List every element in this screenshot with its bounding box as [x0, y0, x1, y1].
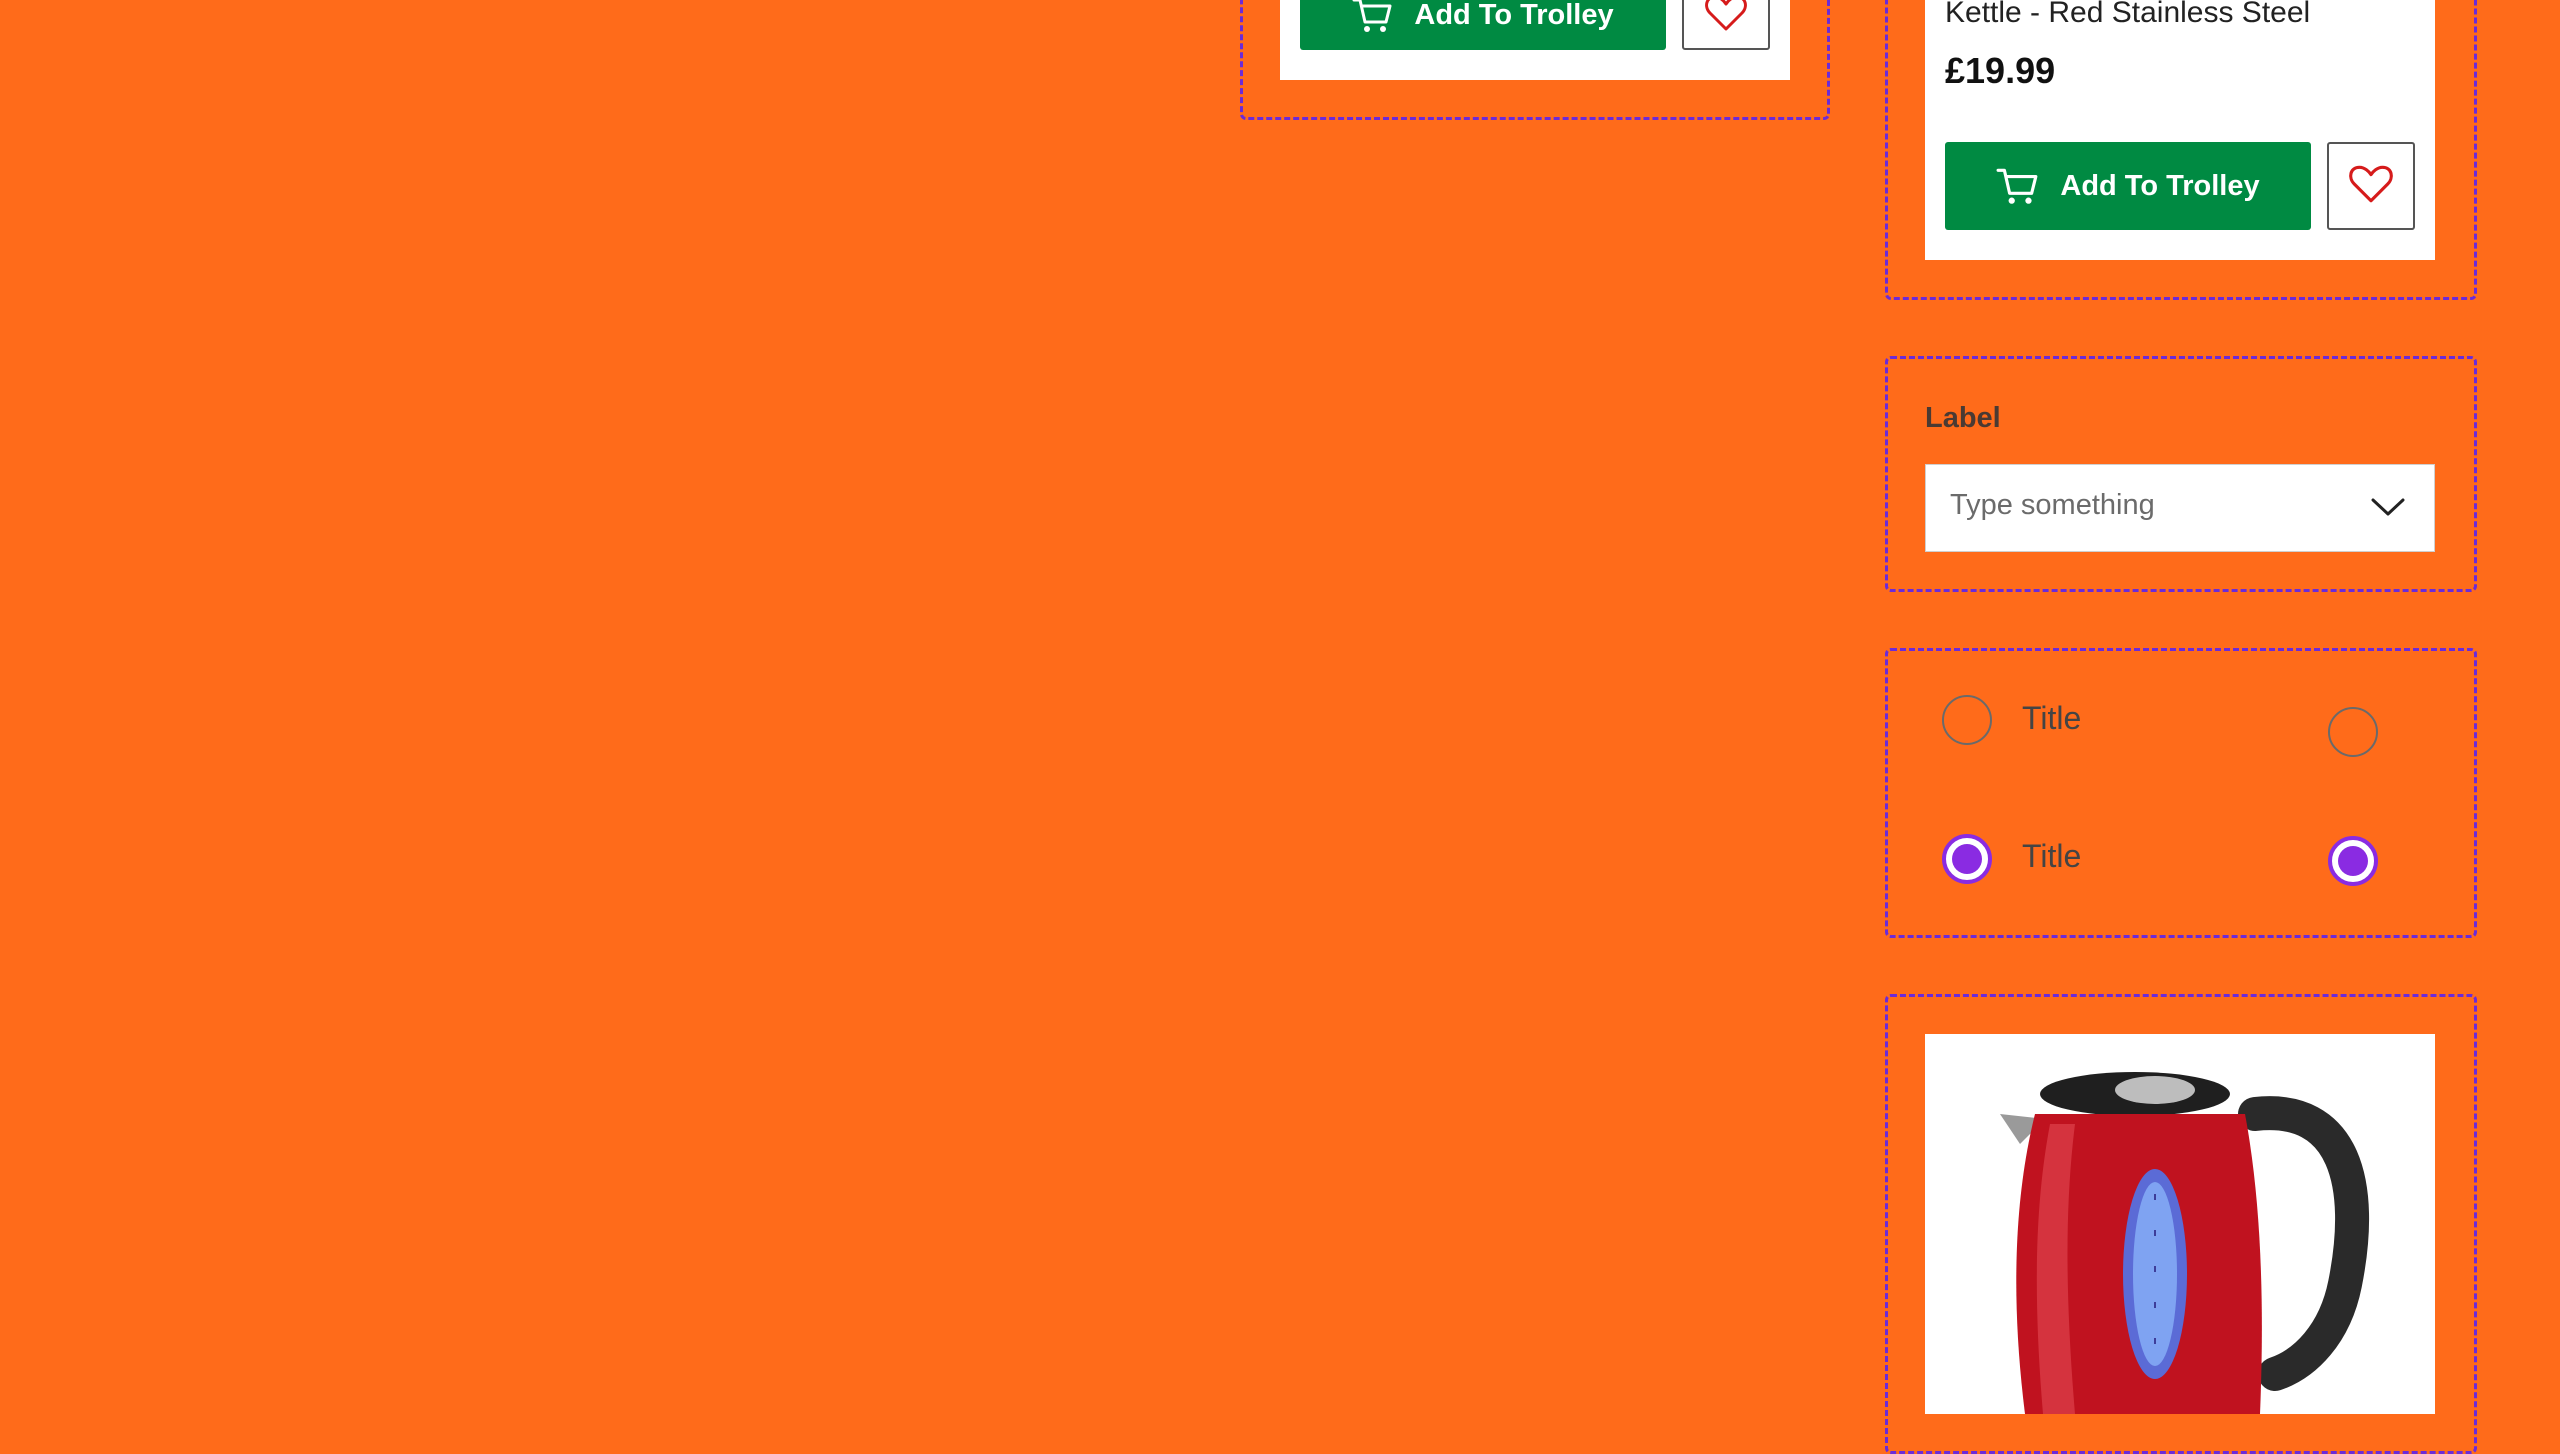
product-image-card [1925, 1034, 2435, 1414]
kettle-image [2000, 1072, 2370, 1414]
radio-title: Title [2022, 700, 2082, 736]
add-to-trolley-button[interactable]: Add To Trolley [1300, 0, 1666, 50]
radio-button-selected[interactable] [1942, 834, 1992, 884]
cart-icon [1996, 166, 2040, 206]
add-to-trolley-label: Add To Trolley [1414, 0, 1614, 31]
add-to-trolley-button[interactable]: Add To Trolley [1945, 142, 2311, 230]
dropdown-placeholder: Type something [1950, 489, 2155, 521]
wishlist-button[interactable] [1682, 0, 1770, 50]
wishlist-button[interactable] [2327, 142, 2415, 230]
radio-button-standalone-unselected[interactable] [2328, 707, 2378, 757]
radio-button-unselected[interactable] [1942, 695, 1992, 745]
add-to-trolley-label: Add To Trolley [2060, 169, 2260, 202]
radio-title: Title [2022, 838, 2082, 874]
cart-icon [1352, 0, 1394, 34]
radio-group-frame [1885, 648, 2477, 938]
radio-button-standalone-selected[interactable] [2328, 836, 2378, 886]
product-title: Kettle - Red Stainless Steel [1945, 0, 2311, 29]
heart-icon [1704, 0, 1748, 38]
select-field-label: Label [1925, 402, 2001, 434]
heart-icon [2348, 163, 2394, 210]
product-card-right: Kettle - Red Stainless Steel £19.99 Add … [1925, 0, 2435, 260]
dropdown-select[interactable]: Type something [1925, 464, 2435, 552]
product-price: £19.99 [1945, 50, 2056, 91]
chevron-down-icon [2370, 495, 2406, 524]
product-card-left: Add To Trolley [1280, 0, 1790, 80]
